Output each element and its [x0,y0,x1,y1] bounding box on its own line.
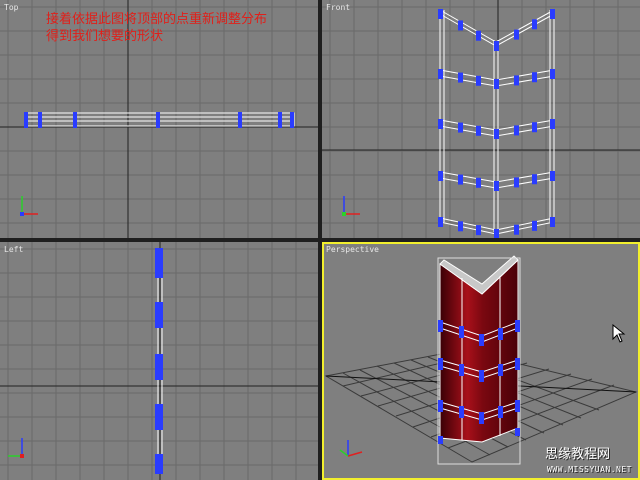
viewport-front[interactable]: Front [322,0,640,238]
viewport-top[interactable]: Top 接着依据此图将顶部的点重新调整分布 得到我们想要的形状 [0,0,318,238]
front-grid [322,0,640,238]
axis-tripod-icon [339,440,363,457]
annotation-line-2: 得到我们想要的形状 [46,29,164,44]
front-vertices [438,9,555,238]
viewport-label-perspective[interactable]: Perspective [326,245,379,254]
viewport-label-front[interactable]: Front [326,3,350,12]
tutorial-annotation: 接着依据此图将顶部的点重新调整分布 得到我们想要的形状 [46,11,306,45]
viewport-left[interactable]: Left [0,242,318,480]
viewport-label-left[interactable]: Left [4,245,23,254]
column-object [437,255,521,465]
viewport-label-top[interactable]: Top [4,3,18,12]
watermark-site-name: 思缘教程网 [544,447,610,462]
watermark-url: WWW.MISSYUAN.NET [546,465,632,474]
annotation-line-1: 接着依据此图将顶部的点重新调整分布 [46,12,268,27]
mouse-pointer-icon [612,324,626,343]
left-grid [0,242,318,480]
